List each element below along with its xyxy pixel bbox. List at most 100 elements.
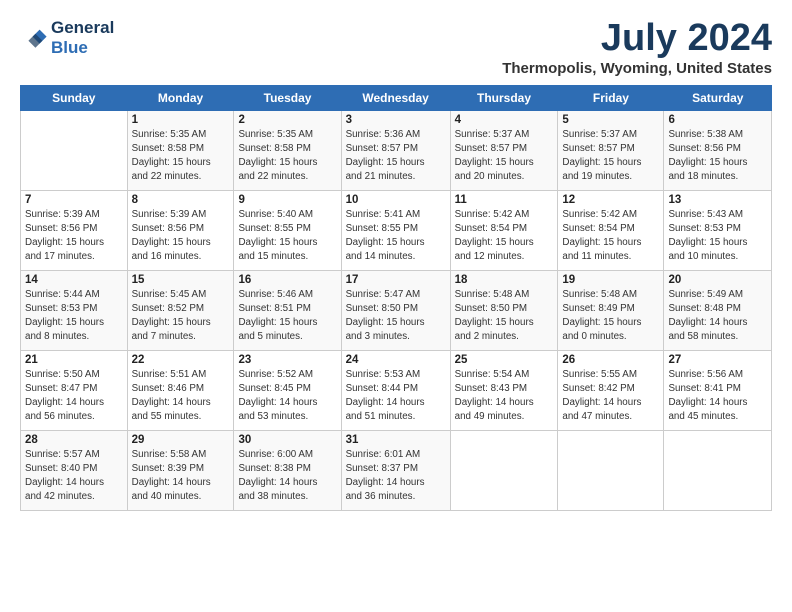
day-number: 3 [346, 114, 446, 126]
day-info: Sunrise: 5:37 AMSunset: 8:57 PMDaylight:… [562, 128, 659, 185]
day-number: 9 [238, 194, 336, 206]
calendar-cell: 9 Sunrise: 5:40 AMSunset: 8:55 PMDaylight… [234, 190, 341, 270]
day-info: Sunrise: 5:44 AMSunset: 8:53 PMDaylight:… [25, 288, 123, 345]
calendar-cell: 7 Sunrise: 5:39 AMSunset: 8:56 PMDaylight… [21, 190, 128, 270]
day-number: 10 [346, 194, 446, 206]
day-number: 28 [25, 434, 123, 446]
day-info: Sunrise: 5:53 AMSunset: 8:44 PMDaylight:… [346, 368, 446, 425]
calendar-week-4: 28 Sunrise: 5:57 AMSunset: 8:40 PMDayligh… [21, 430, 772, 510]
day-info: Sunrise: 5:50 AMSunset: 8:47 PMDaylight:… [25, 368, 123, 425]
day-number: 4 [455, 114, 554, 126]
day-number: 5 [562, 114, 659, 126]
header-area: General Blue July 2024 Thermopolis, Wyom… [20, 18, 772, 77]
day-number: 29 [132, 434, 230, 446]
day-number: 6 [668, 114, 767, 126]
month-year: July 2024 [502, 18, 772, 60]
calendar-cell: 20 Sunrise: 5:49 AMSunset: 8:48 PMDayligh… [664, 270, 772, 350]
day-info: Sunrise: 5:52 AMSunset: 8:45 PMDaylight:… [238, 368, 336, 425]
day-info: Sunrise: 5:48 AMSunset: 8:49 PMDaylight:… [562, 288, 659, 345]
logo-text: General Blue [51, 18, 114, 57]
day-number: 14 [25, 274, 123, 286]
calendar-week-1: 7 Sunrise: 5:39 AMSunset: 8:56 PMDaylight… [21, 190, 772, 270]
day-info: Sunrise: 5:48 AMSunset: 8:50 PMDaylight:… [455, 288, 554, 345]
calendar-cell: 15 Sunrise: 5:45 AMSunset: 8:52 PMDayligh… [127, 270, 234, 350]
calendar-week-2: 14 Sunrise: 5:44 AMSunset: 8:53 PMDayligh… [21, 270, 772, 350]
day-info: Sunrise: 5:54 AMSunset: 8:43 PMDaylight:… [455, 368, 554, 425]
location: Thermopolis, Wyoming, United States [502, 60, 772, 77]
calendar-table: SundayMondayTuesdayWednesdayThursdayFrid… [20, 85, 772, 511]
calendar-cell: 27Sunrise: 5:56 AMSunset: 8:41 PMDayligh… [664, 350, 772, 430]
calendar-cell: 5 Sunrise: 5:37 AMSunset: 8:57 PMDaylight… [558, 110, 664, 190]
day-number: 31 [346, 434, 446, 446]
header-day-wednesday: Wednesday [341, 85, 450, 110]
calendar-cell: 11 Sunrise: 5:42 AMSunset: 8:54 PMDayligh… [450, 190, 558, 270]
day-info: Sunrise: 5:49 AMSunset: 8:48 PMDaylight:… [668, 288, 767, 345]
calendar-week-0: 1 Sunrise: 5:35 AMSunset: 8:58 PMDaylight… [21, 110, 772, 190]
day-info: Sunrise: 5:39 AMSunset: 8:56 PMDaylight:… [132, 208, 230, 265]
day-info: Sunrise: 5:39 AMSunset: 8:56 PMDaylight:… [25, 208, 123, 265]
calendar-cell [21, 110, 128, 190]
header-day-friday: Friday [558, 85, 664, 110]
calendar-cell: 12 Sunrise: 5:42 AMSunset: 8:54 PMDayligh… [558, 190, 664, 270]
calendar-cell: 23 Sunrise: 5:52 AMSunset: 8:45 PMDayligh… [234, 350, 341, 430]
calendar-cell: 6 Sunrise: 5:38 AMSunset: 8:56 PMDaylight… [664, 110, 772, 190]
calendar-cell: 30Sunrise: 6:00 AMSunset: 8:38 PMDayligh… [234, 430, 341, 510]
calendar-cell: 29 Sunrise: 5:58 AMSunset: 8:39 PMDayligh… [127, 430, 234, 510]
header-day-sunday: Sunday [21, 85, 128, 110]
calendar-cell [450, 430, 558, 510]
calendar-cell: 21 Sunrise: 5:50 AMSunset: 8:47 PMDayligh… [21, 350, 128, 430]
day-number: 13 [668, 194, 767, 206]
header-day-saturday: Saturday [664, 85, 772, 110]
calendar-cell: 14 Sunrise: 5:44 AMSunset: 8:53 PMDayligh… [21, 270, 128, 350]
day-info: Sunrise: 6:01 AMSunset: 8:37 PMDaylight:… [346, 448, 446, 505]
calendar-cell: 1 Sunrise: 5:35 AMSunset: 8:58 PMDaylight… [127, 110, 234, 190]
day-number: 1 [132, 114, 230, 126]
title-block: July 2024 Thermopolis, Wyoming, United S… [502, 18, 772, 77]
header-day-thursday: Thursday [450, 85, 558, 110]
day-number: 18 [455, 274, 554, 286]
day-info: Sunrise: 5:40 AMSunset: 8:55 PMDaylight:… [238, 208, 336, 265]
calendar-cell: 31 Sunrise: 6:01 AMSunset: 8:37 PMDayligh… [341, 430, 450, 510]
logo: General Blue [20, 18, 114, 57]
day-number: 7 [25, 194, 123, 206]
calendar-cell [664, 430, 772, 510]
calendar-cell: 26Sunrise: 5:55 AMSunset: 8:42 PMDayligh… [558, 350, 664, 430]
day-number: 8 [132, 194, 230, 206]
day-info: Sunrise: 5:47 AMSunset: 8:50 PMDaylight:… [346, 288, 446, 345]
day-number: 20 [668, 274, 767, 286]
day-info: Sunrise: 5:35 AMSunset: 8:58 PMDaylight:… [132, 128, 230, 185]
day-number: 26 [562, 354, 659, 366]
day-info: Sunrise: 5:42 AMSunset: 8:54 PMDaylight:… [455, 208, 554, 265]
day-info: Sunrise: 5:57 AMSunset: 8:40 PMDaylight:… [25, 448, 123, 505]
day-number: 12 [562, 194, 659, 206]
day-info: Sunrise: 6:00 AMSunset: 8:38 PMDaylight:… [238, 448, 336, 505]
calendar-cell: 4 Sunrise: 5:37 AMSunset: 8:57 PMDaylight… [450, 110, 558, 190]
day-number: 11 [455, 194, 554, 206]
day-info: Sunrise: 5:42 AMSunset: 8:54 PMDaylight:… [562, 208, 659, 265]
day-info: Sunrise: 5:45 AMSunset: 8:52 PMDaylight:… [132, 288, 230, 345]
day-info: Sunrise: 5:35 AMSunset: 8:58 PMDaylight:… [238, 128, 336, 185]
day-info: Sunrise: 5:43 AMSunset: 8:53 PMDaylight:… [668, 208, 767, 265]
header-day-tuesday: Tuesday [234, 85, 341, 110]
day-info: Sunrise: 5:58 AMSunset: 8:39 PMDaylight:… [132, 448, 230, 505]
calendar-cell: 8 Sunrise: 5:39 AMSunset: 8:56 PMDaylight… [127, 190, 234, 270]
calendar-cell: 17Sunrise: 5:47 AMSunset: 8:50 PMDayligh… [341, 270, 450, 350]
day-number: 23 [238, 354, 336, 366]
day-info: Sunrise: 5:36 AMSunset: 8:57 PMDaylight:… [346, 128, 446, 185]
day-info: Sunrise: 5:46 AMSunset: 8:51 PMDaylight:… [238, 288, 336, 345]
day-number: 24 [346, 354, 446, 366]
calendar-cell: 16 Sunrise: 5:46 AMSunset: 8:51 PMDayligh… [234, 270, 341, 350]
day-info: Sunrise: 5:41 AMSunset: 8:55 PMDaylight:… [346, 208, 446, 265]
day-number: 16 [238, 274, 336, 286]
page: General Blue July 2024 Thermopolis, Wyom… [0, 0, 792, 521]
calendar-cell: 22Sunrise: 5:51 AMSunset: 8:46 PMDayligh… [127, 350, 234, 430]
calendar-cell: 2Sunrise: 5:35 AMSunset: 8:58 PMDaylight… [234, 110, 341, 190]
day-number: 15 [132, 274, 230, 286]
day-info: Sunrise: 5:38 AMSunset: 8:56 PMDaylight:… [668, 128, 767, 185]
calendar-cell: 19Sunrise: 5:48 AMSunset: 8:49 PMDayligh… [558, 270, 664, 350]
calendar-cell: 18 Sunrise: 5:48 AMSunset: 8:50 PMDayligh… [450, 270, 558, 350]
day-number: 25 [455, 354, 554, 366]
day-number: 21 [25, 354, 123, 366]
day-info: Sunrise: 5:37 AMSunset: 8:57 PMDaylight:… [455, 128, 554, 185]
calendar-cell: 13 Sunrise: 5:43 AMSunset: 8:53 PMDayligh… [664, 190, 772, 270]
